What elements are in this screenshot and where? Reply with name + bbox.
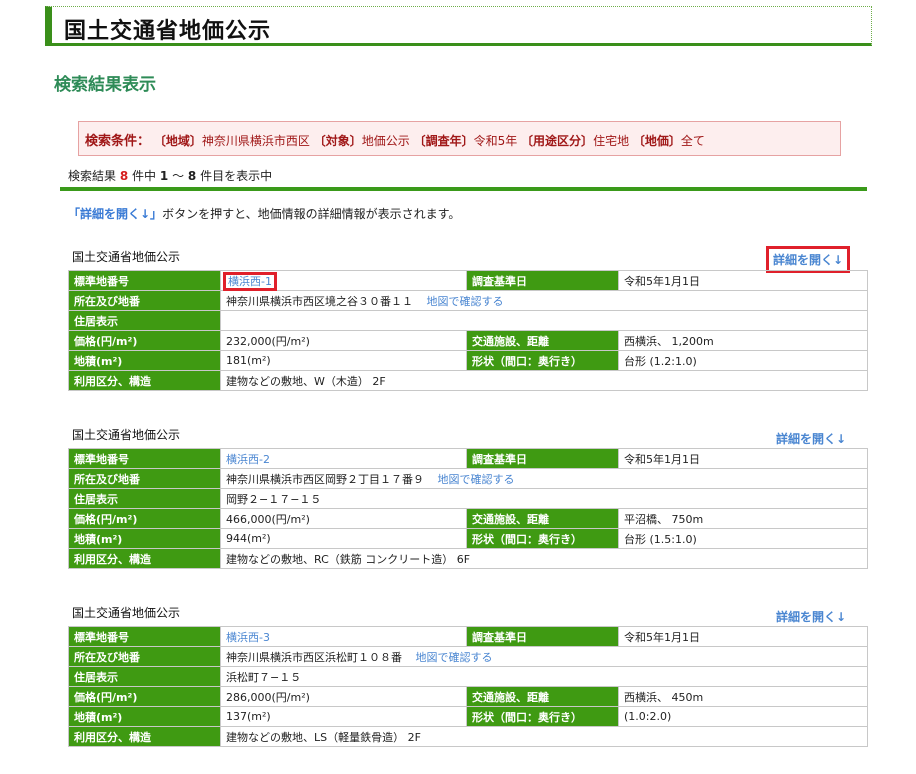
usage-label: 利用区分、構造	[68, 726, 221, 747]
std-no-label: 標準地番号	[68, 270, 221, 291]
use-label: 〔用途区分〕	[521, 134, 594, 148]
open-details-button[interactable]: 詳細を開く↓	[776, 430, 846, 447]
section-title: 検索結果表示	[54, 75, 156, 95]
divider	[60, 187, 867, 191]
region-label: 〔地域〕	[153, 134, 202, 148]
price-value: 466,000(円/m²)	[220, 508, 467, 529]
shape-value: (1.0:2.0)	[618, 706, 868, 727]
shape-value: 台形 (1.2:1.0)	[618, 350, 868, 371]
result-count-suffix: 件目を表示中	[200, 169, 273, 183]
residence-label: 住居表示	[68, 310, 221, 331]
price-label: 〔地価〕	[632, 134, 681, 148]
year-value: 令和5年	[473, 134, 518, 148]
shape-label: 形状（間口：奥行き）	[466, 528, 619, 549]
conditions-lead: 検索条件：	[85, 134, 151, 149]
transport-value: 西横浜、 450m	[618, 686, 868, 707]
std-no-label: 標準地番号	[68, 626, 221, 647]
location-label: 所在及び地番	[68, 468, 221, 489]
shape-label: 形状（間口：奥行き）	[466, 706, 619, 727]
location-value: 神奈川県横浜市西区岡野２丁目１７番９	[226, 472, 424, 486]
location-cell: 神奈川県横浜市西区浜松町１０８番 地図で確認する	[220, 646, 868, 667]
price-value: 286,000(円/m²)	[220, 686, 467, 707]
survey-date-label: 調査基準日	[466, 270, 619, 291]
transport-label: 交通施設、距離	[466, 508, 619, 529]
shape-value: 台形 (1.5:1.0)	[618, 528, 868, 549]
open-details-button[interactable]: 詳細を開く↓	[776, 608, 846, 625]
price-label: 価格(円/m²)	[68, 330, 221, 351]
residence-value: 岡野２−１７−１５	[220, 488, 868, 509]
price-value: 232,000(円/m²)	[220, 330, 467, 351]
map-link[interactable]: 地図で確認する	[416, 651, 493, 664]
usage-label: 利用区分、構造	[68, 370, 221, 391]
target-value: 地価公示	[361, 134, 410, 148]
page-header: 国土交通省地価公示	[45, 6, 872, 46]
result-count-tilde: ～	[172, 169, 185, 183]
result-count-prefix: 検索結果	[68, 169, 117, 183]
area-label: 地積(m²)	[68, 528, 221, 549]
instruction-link-text: 「詳細を開く↓」	[68, 207, 163, 221]
region-value: 神奈川県横浜市西区	[201, 134, 310, 148]
usage-label: 利用区分、構造	[68, 548, 221, 569]
result-count-mid: 件中	[132, 169, 157, 183]
std-no-link[interactable]: 横浜西-2	[226, 453, 270, 466]
residence-value	[220, 310, 868, 331]
area-value: 137(m²)	[220, 706, 467, 727]
area-label: 地積(m²)	[68, 350, 221, 371]
transport-value: 平沼橋、 750m	[618, 508, 868, 529]
transport-label: 交通施設、距離	[466, 686, 619, 707]
price-label: 価格(円/m²)	[68, 686, 221, 707]
open-details-button[interactable]: 詳細を開く↓	[765, 246, 851, 273]
usage-value: 建物などの敷地、RC（鉄筋 コンクリート造） 6F	[220, 548, 868, 569]
map-link[interactable]: 地図で確認する	[438, 473, 515, 486]
record-title: 国土交通省地価公示	[72, 428, 181, 442]
target-label: 〔対象〕	[313, 134, 362, 148]
usage-value: 建物などの敷地、LS（軽量鉄骨造） 2F	[220, 726, 868, 747]
record-title: 国土交通省地価公示	[72, 250, 181, 264]
use-value: 住宅地	[593, 134, 630, 148]
area-value: 944(m²)	[220, 528, 467, 549]
page: 国土交通省地価公示 検索結果表示 検索条件： 〔地域〕神奈川県横浜市西区 〔対象…	[0, 0, 916, 774]
location-cell: 神奈川県横浜市西区岡野２丁目１７番９ 地図で確認する	[220, 468, 868, 489]
residence-label: 住居表示	[68, 666, 221, 687]
residence-value: 浜松町７−１５	[220, 666, 868, 687]
location-value: 神奈川県横浜市西区境之谷３０番１１	[226, 294, 413, 308]
search-conditions: 検索条件： 〔地域〕神奈川県横浜市西区 〔対象〕地価公示 〔調査年〕令和5年 〔…	[78, 121, 841, 156]
transport-label: 交通施設、距離	[466, 330, 619, 351]
year-label: 〔調査年〕	[413, 134, 474, 148]
std-no-link[interactable]: 横浜西-3	[226, 631, 270, 644]
result-count-to: 8	[187, 169, 197, 183]
price-value: 全て	[680, 134, 705, 148]
map-link[interactable]: 地図で確認する	[427, 295, 504, 308]
record-title: 国土交通省地価公示	[72, 606, 181, 620]
location-value: 神奈川県横浜市西区浜松町１０８番	[226, 650, 402, 664]
result-count: 検索結果 8 件中 1 ～ 8 件目を表示中	[68, 167, 272, 184]
page-title: 国土交通省地価公示	[64, 19, 272, 44]
price-label: 価格(円/m²)	[68, 508, 221, 529]
survey-date-label: 調査基準日	[466, 626, 619, 647]
survey-date-label: 調査基準日	[466, 448, 619, 469]
shape-label: 形状（間口：奥行き）	[466, 350, 619, 371]
area-label: 地積(m²)	[68, 706, 221, 727]
instruction: 「詳細を開く↓」ボタンを押すと、地価情報の詳細情報が表示されます。	[68, 205, 460, 222]
location-label: 所在及び地番	[68, 290, 221, 311]
result-count-total: 8	[119, 169, 129, 183]
record-table: 標準地番号 横浜西-1 調査基準日 令和5年1月1日 所在及び地番 神奈川県横浜…	[68, 270, 868, 391]
area-value: 181(m²)	[220, 350, 467, 371]
instruction-text: ボタンを押すと、地価情報の詳細情報が表示されます。	[162, 207, 461, 221]
std-no-link[interactable]: 横浜西-1	[223, 271, 277, 291]
survey-date-value: 令和5年1月1日	[618, 448, 868, 469]
residence-label: 住居表示	[68, 488, 221, 509]
record-table: 標準地番号 横浜西-3 調査基準日 令和5年1月1日 所在及び地番 神奈川県横浜…	[68, 626, 868, 747]
result-count-from: 1	[159, 169, 169, 183]
location-cell: 神奈川県横浜市西区境之谷３０番１１ 地図で確認する	[220, 290, 868, 311]
survey-date-value: 令和5年1月1日	[618, 270, 868, 291]
transport-value: 西横浜、 1,200m	[618, 330, 868, 351]
survey-date-value: 令和5年1月1日	[618, 626, 868, 647]
std-no-label: 標準地番号	[68, 448, 221, 469]
record-table: 標準地番号 横浜西-2 調査基準日 令和5年1月1日 所在及び地番 神奈川県横浜…	[68, 448, 868, 569]
usage-value: 建物などの敷地、W（木造） 2F	[220, 370, 868, 391]
location-label: 所在及び地番	[68, 646, 221, 667]
